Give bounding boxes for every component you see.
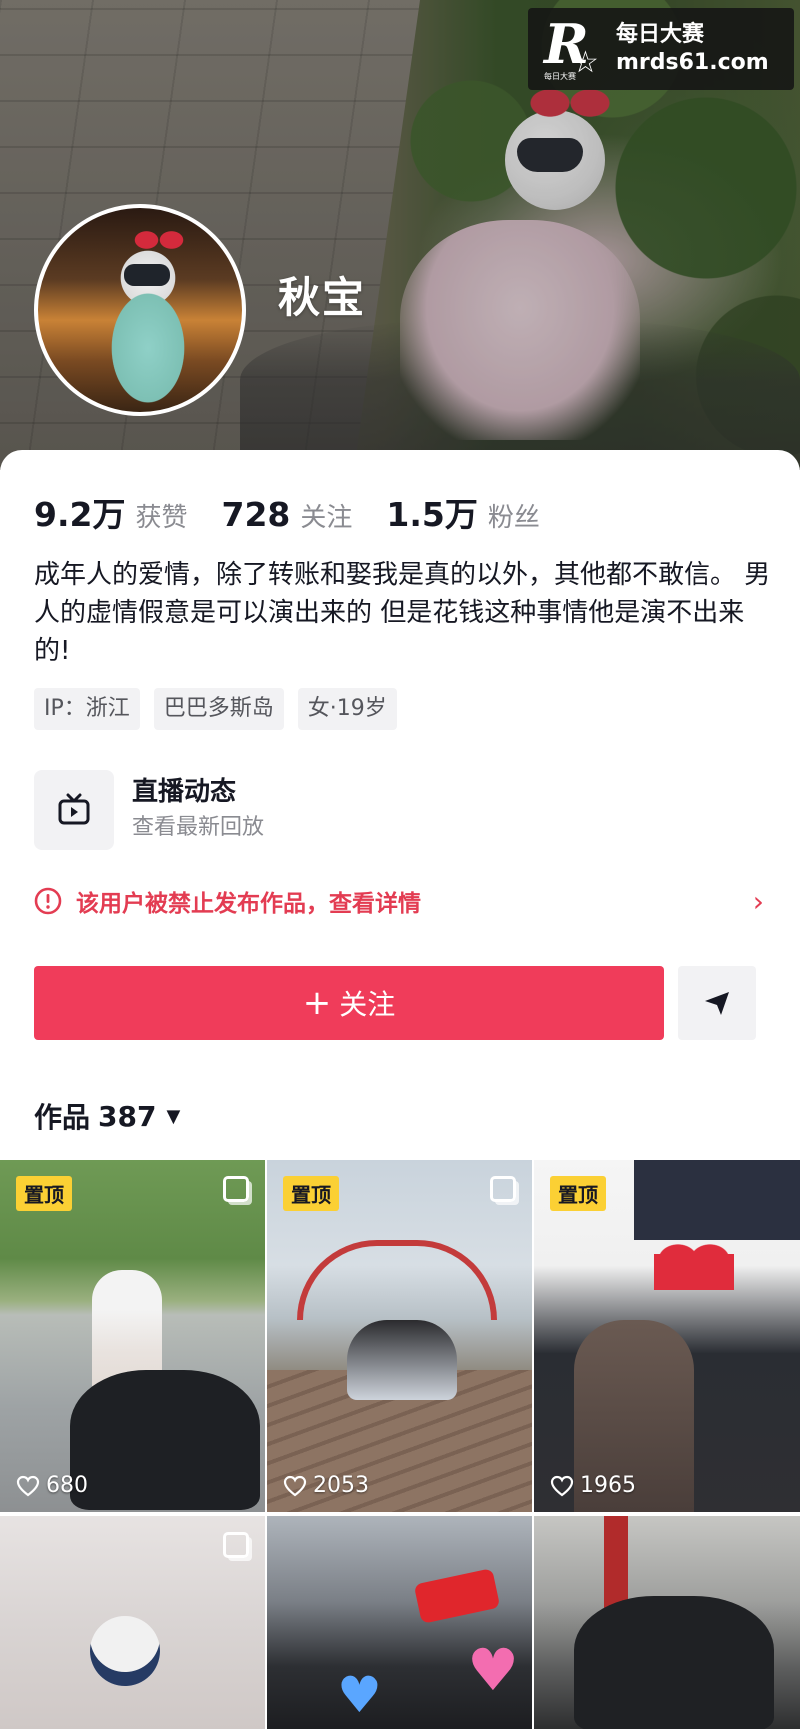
- tile-bow-tie: [654, 1230, 734, 1290]
- profile-tags: IP：浙江 巴巴多斯岛 女·19岁: [34, 688, 411, 730]
- follow-label: 关注: [339, 988, 396, 1021]
- avatar-bow: [134, 230, 184, 250]
- works-grid: 置顶 680 置顶 2053 置顶 1965 ♥ ♥: [0, 1160, 800, 1729]
- alert-circle-icon: [34, 887, 62, 915]
- stat-value: 1.5万: [386, 495, 478, 534]
- avatar[interactable]: [34, 204, 246, 416]
- tag-gender-age: 女·19岁: [297, 688, 397, 730]
- live-icon-box: [34, 770, 114, 850]
- tile-likes: 2053: [283, 1473, 369, 1498]
- tag-ip: IP：浙江: [34, 688, 140, 730]
- send-icon: [705, 992, 729, 1015]
- stat-label: 获赞: [135, 503, 188, 533]
- likes-count: 680: [46, 1473, 88, 1498]
- caret-down-icon: ▼: [166, 1105, 181, 1127]
- watermark-url: mrds61.com: [616, 50, 769, 75]
- tile-motorcycle: [574, 1596, 774, 1729]
- tile-likes: 1965: [550, 1473, 636, 1498]
- watermark-title: 每日大赛: [616, 22, 705, 47]
- chevron-right-icon: ›: [752, 884, 764, 918]
- likes-count: 2053: [313, 1473, 369, 1498]
- stat-label: 关注: [300, 503, 353, 533]
- works-count: 387: [98, 1099, 157, 1133]
- star-icon: ☆: [572, 45, 599, 80]
- heart-sticker-icon: ♥: [467, 1636, 519, 1704]
- watermark-logo: R ☆ 每日大赛: [542, 17, 606, 81]
- avatar-visor: [124, 264, 170, 286]
- heart-icon: [283, 1475, 307, 1496]
- multi-image-icon: [223, 1532, 249, 1558]
- tile-helmet: [90, 1616, 160, 1686]
- live-title: 直播动态: [132, 777, 237, 807]
- video-tile[interactable]: 置顶 1965: [534, 1160, 800, 1512]
- watermark-logo-small: 每日大赛: [544, 72, 576, 81]
- stat-likes[interactable]: 9.2万 获赞: [34, 488, 187, 536]
- pinned-badge: 置顶: [16, 1176, 72, 1211]
- ban-notice-text: 该用户被禁止发布作品，查看详情: [76, 891, 421, 917]
- tile-likes: 680: [16, 1473, 88, 1498]
- follow-button[interactable]: + 关注: [34, 966, 664, 1040]
- tag-location[interactable]: 巴巴多斯岛: [153, 688, 284, 730]
- video-tile[interactable]: 置顶 2053: [267, 1160, 532, 1512]
- profile-bio: 成年人的爱情，除了转账和娶我是真的以外，其他都不敢信。 男人的虚情假意是可以演出…: [34, 560, 771, 666]
- tile-motorcycle: [70, 1370, 260, 1510]
- stat-followers[interactable]: 1.5万 粉丝: [386, 488, 539, 536]
- video-tile[interactable]: [0, 1516, 265, 1729]
- video-tile[interactable]: [534, 1516, 800, 1729]
- stat-following[interactable]: 728 关注: [221, 495, 352, 534]
- live-entry[interactable]: 直播动态 查看最新回放: [34, 770, 264, 850]
- stat-label: 粉丝: [487, 503, 540, 533]
- heart-sticker-icon: ♥: [337, 1666, 382, 1724]
- profile-name: 秋宝: [278, 273, 367, 322]
- share-button[interactable]: [678, 966, 756, 1040]
- watermark-badge: R ☆ 每日大赛 每日大赛 mrds61.com: [528, 8, 794, 90]
- plus-icon: +: [302, 983, 332, 1023]
- pinned-badge: 置顶: [283, 1176, 339, 1211]
- stat-value: 9.2万: [34, 495, 126, 534]
- tv-icon: [58, 793, 90, 825]
- multi-image-icon: [223, 1176, 249, 1202]
- tile-figure: [347, 1320, 457, 1400]
- video-tile[interactable]: 置顶 680: [0, 1160, 265, 1512]
- heart-icon: [550, 1475, 574, 1496]
- stat-value: 728: [221, 495, 291, 534]
- pinned-badge: 置顶: [550, 1176, 606, 1211]
- tile-taillight: [413, 1568, 501, 1624]
- tile-bridge: [297, 1240, 497, 1320]
- stats-row: 9.2万 获赞 728 关注 1.5万 粉丝: [34, 488, 574, 536]
- live-subtitle: 查看最新回放: [132, 815, 265, 840]
- multi-image-icon: [490, 1176, 516, 1202]
- profile-card: 9.2万 获赞 728 关注 1.5万 粉丝 成年人的爱情，除了转账和娶我是真的…: [0, 450, 800, 1729]
- ban-notice[interactable]: 该用户被禁止发布作品，查看详情 ›: [34, 884, 764, 918]
- works-label: 作品: [34, 1101, 91, 1134]
- works-tab[interactable]: 作品 387 ▼: [34, 1096, 180, 1136]
- heart-icon: [16, 1475, 40, 1496]
- video-tile[interactable]: ♥ ♥: [267, 1516, 532, 1729]
- likes-count: 1965: [580, 1473, 636, 1498]
- tile-collar: [634, 1160, 800, 1240]
